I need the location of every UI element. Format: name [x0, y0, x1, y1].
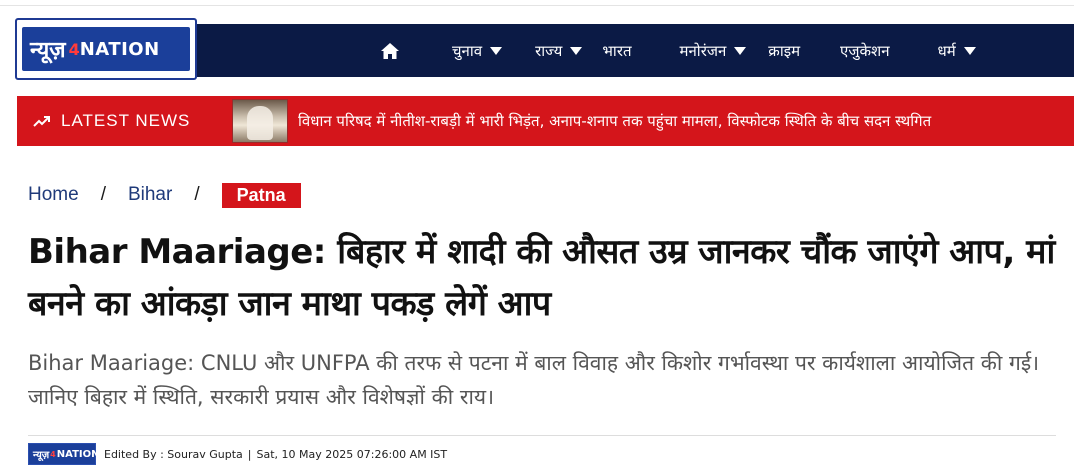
- mini-logo-number: 4: [50, 449, 56, 459]
- nav-item-crime[interactable]: क्राइम: [768, 41, 800, 61]
- byline-separator: |: [247, 447, 252, 461]
- nav-item-rajya[interactable]: राज्य: [535, 41, 583, 61]
- chevron-down-icon: [963, 46, 976, 55]
- logo-number: 4: [68, 39, 80, 59]
- nav-item-dharm[interactable]: धर्म: [938, 41, 976, 61]
- chevron-down-icon: [734, 46, 747, 55]
- nav-home[interactable]: [365, 42, 415, 60]
- latest-news-label: LATEST NEWS: [17, 111, 232, 131]
- nav-item-label: मनोरंजन: [679, 41, 727, 60]
- chevron-down-icon: [570, 46, 583, 55]
- nav-item-label: धर्म: [937, 41, 956, 60]
- divider: [28, 435, 1056, 436]
- nav-item-label: क्राइम: [768, 41, 801, 60]
- edited-by: Edited By : Sourav Gupta: [104, 447, 243, 461]
- logo-badge: न्यूज़ 4 NATION: [22, 27, 190, 71]
- nav-item-label: चुनाव: [452, 41, 483, 60]
- nav-item-label: राज्य: [535, 41, 563, 60]
- article-summary: Bihar Maariage: CNLU और UNFPA की तरफ से …: [28, 351, 1040, 409]
- home-icon: [381, 42, 399, 59]
- breadcrumb-bihar[interactable]: Bihar: [128, 184, 172, 206]
- top-strip: [0, 0, 1074, 6]
- chevron-down-icon: [490, 46, 503, 55]
- trending-up-icon: [33, 116, 50, 127]
- logo-english-text: NATION: [79, 38, 160, 60]
- breadcrumb-current-patna[interactable]: Patna: [221, 182, 301, 208]
- latest-news-title: LATEST NEWS: [61, 111, 191, 130]
- site-logo[interactable]: न्यूज़ 4 NATION: [15, 18, 197, 80]
- breadcrumb-separator: /: [194, 184, 200, 205]
- author-logo: न्यूज़ 4 NATION: [28, 443, 100, 465]
- breadcrumb-home[interactable]: Home: [28, 184, 79, 206]
- article-byline: न्यूज़ 4 NATION Edited By : Sourav Gupta |…: [28, 443, 447, 465]
- ticker-headline-link[interactable]: विधान परिषद में नीतीश-राबड़ी में भारी भि…: [298, 111, 931, 131]
- nav-item-manoranjan[interactable]: मनोरंजन: [680, 41, 747, 61]
- nav-item-label: एजुकेशन: [840, 41, 890, 60]
- nav-item-chunav[interactable]: चुनाव: [452, 41, 503, 61]
- breadcrumb-separator: /: [100, 184, 106, 205]
- nav-item-label: भारत: [602, 41, 632, 60]
- article-headline: Bihar Maariage: बिहार में शादी की औसत उम…: [28, 232, 1055, 324]
- latest-news-ticker: LATEST NEWS विधान परिषद में नीतीश-राबड़ी…: [17, 96, 1074, 146]
- logo-hindi-text: न्यूज़: [30, 38, 66, 63]
- nav-item-bharat[interactable]: भारत: [602, 41, 631, 61]
- mini-logo-hindi: न्यूज़: [33, 450, 50, 461]
- nav-menu: चुनाव राज्य भारत मनोरंजन क्राइम एजुकेशन …: [365, 24, 976, 77]
- publish-timestamp: Sat, 10 May 2025 07:26:00 AM IST: [256, 447, 448, 461]
- mini-logo-english: NATION: [56, 448, 100, 460]
- news-thumbnail[interactable]: [232, 99, 288, 143]
- breadcrumb: Home / Bihar / Patna: [28, 180, 301, 210]
- nav-item-education[interactable]: एजुकेशन: [840, 41, 889, 61]
